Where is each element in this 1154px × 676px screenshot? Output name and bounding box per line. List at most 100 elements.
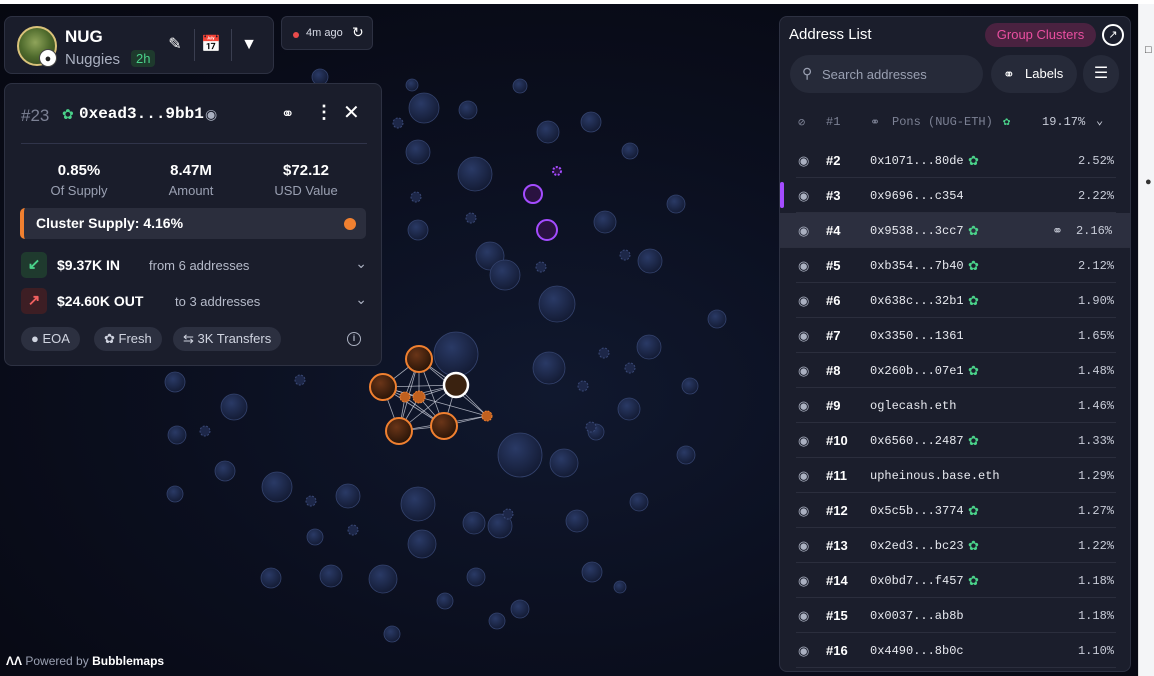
hide-icon[interactable]: ◉ — [205, 106, 217, 123]
address-row[interactable]: ◉ #16 0x4490...8b0c 1.10% — [796, 633, 1116, 668]
eye-icon[interactable]: ◉ — [798, 608, 809, 624]
holder-bubble[interactable] — [512, 78, 528, 94]
holder-bubble[interactable] — [335, 483, 361, 509]
highlighted-bubble[interactable] — [523, 184, 543, 204]
contract-bubble[interactable] — [577, 380, 589, 392]
holder-bubble[interactable] — [613, 580, 627, 594]
address-row[interactable]: ◉ #14 0x0bd7...f457 ✿ 1.18% — [796, 563, 1116, 598]
address-row[interactable]: ◉ #7 0x3350...1361 1.65% — [796, 318, 1116, 353]
address-row[interactable]: ◉ #11 upheinous.base.eth 1.29% — [796, 458, 1116, 493]
cluster-contract-bubble[interactable] — [412, 390, 426, 404]
eye-icon[interactable]: ◉ — [798, 468, 809, 484]
holder-bubble[interactable] — [488, 612, 506, 630]
contract-bubble[interactable] — [535, 261, 547, 273]
search-input[interactable] — [822, 64, 972, 84]
address-row[interactable]: ◉ #13 0x2ed3...bc23 ✿ 1.22% — [796, 528, 1116, 563]
holder-bubble[interactable] — [407, 219, 429, 241]
holder-bubble[interactable] — [306, 528, 324, 546]
holder-bubble[interactable] — [538, 285, 576, 323]
address-row[interactable]: ◉ #2 0x1071...80de ✿ 2.52% — [796, 143, 1116, 178]
eye-icon[interactable]: ◉ — [798, 188, 809, 204]
holder-bubble[interactable] — [536, 120, 560, 144]
more-options-icon[interactable]: ⋮ — [315, 102, 333, 123]
cluster-bubble[interactable] — [385, 417, 413, 445]
holder-bubble[interactable] — [405, 139, 431, 165]
eye-icon[interactable]: ◉ — [798, 153, 809, 169]
eye-icon[interactable]: ◉ — [798, 538, 809, 554]
eye-icon[interactable]: ◉ — [798, 223, 809, 239]
selected-wallet-bubble[interactable] — [442, 371, 470, 399]
holder-bubble[interactable] — [458, 100, 478, 120]
footer-branding[interactable]: ΛΛ Powered by Bubblemaps — [6, 654, 164, 668]
holder-bubble[interactable] — [220, 393, 248, 421]
address-row[interactable]: ◉ #15 0x0037...ab8b 1.18% — [796, 598, 1116, 633]
holder-bubble[interactable] — [532, 351, 566, 385]
holder-bubble[interactable] — [383, 625, 401, 643]
address-row[interactable]: ◉ #4 0x9538...3cc7 ✿ ⚭ 2.16% — [780, 213, 1130, 248]
pool-row[interactable]: ⊘ #1 ⚭ Pons (NUG-ETH) ✿ 19.17% ⌄ — [796, 107, 1116, 139]
inflow-row[interactable]: ↙ $9.37K IN from 6 addresses ⌄ — [21, 252, 367, 280]
address-row[interactable]: ◉ #10 0x6560...2487 ✿ 1.33% — [796, 423, 1116, 458]
highlighted-bubble[interactable] — [552, 166, 562, 176]
filter-icon[interactable]: ▼ — [237, 33, 261, 57]
eye-icon[interactable]: ◉ — [798, 363, 809, 379]
holder-bubble[interactable] — [510, 599, 530, 619]
contract-bubble[interactable] — [410, 191, 422, 203]
cluster-contract-bubble[interactable] — [399, 391, 411, 403]
eye-icon[interactable]: ◉ — [798, 573, 809, 589]
holder-bubble[interactable] — [167, 425, 187, 445]
refresh-button[interactable]: 4m ago ↻ — [281, 16, 373, 50]
wallet-address[interactable]: 0xead3...9bb1 — [79, 105, 204, 123]
holder-bubble[interactable] — [405, 78, 419, 92]
holder-bubble[interactable] — [681, 377, 699, 395]
holder-bubble[interactable] — [214, 460, 236, 482]
info-icon[interactable]: i — [347, 332, 361, 346]
edit-icon[interactable]: ✎ — [163, 33, 187, 57]
holder-bubble[interactable] — [549, 448, 579, 478]
holder-bubble[interactable] — [433, 331, 479, 377]
contract-bubble[interactable] — [465, 212, 477, 224]
holder-bubble[interactable] — [580, 111, 602, 133]
eye-icon[interactable]: ◉ — [798, 258, 809, 274]
holder-bubble[interactable] — [407, 529, 437, 559]
settings-sliders-icon[interactable]: ☰ — [1083, 55, 1119, 93]
holder-bubble[interactable] — [593, 210, 617, 234]
holder-bubble[interactable] — [637, 248, 663, 274]
tag-icon[interactable]: ⚭ — [1052, 223, 1063, 239]
holder-bubble[interactable] — [166, 485, 184, 503]
holder-bubble[interactable] — [676, 445, 696, 465]
address-row[interactable]: ◉ #3 0x9696...c354 2.22% — [796, 178, 1116, 213]
contract-bubble[interactable] — [502, 508, 514, 520]
holder-bubble[interactable] — [617, 397, 641, 421]
holder-bubble[interactable] — [581, 561, 603, 583]
cluster-bubble[interactable] — [405, 345, 433, 373]
labels-button[interactable]: ⚭ Labels — [991, 55, 1077, 93]
chevron-down-icon[interactable]: ⌄ — [355, 291, 367, 308]
address-row[interactable]: ◉ #8 0x260b...07e1 ✿ 1.48% — [796, 353, 1116, 388]
close-icon[interactable]: ✕ — [343, 100, 360, 125]
eye-icon[interactable]: ◉ — [798, 398, 809, 414]
hidden-eye-icon[interactable]: ⊘ — [798, 115, 805, 130]
holder-bubble[interactable] — [462, 511, 486, 535]
holder-bubble[interactable] — [629, 492, 649, 512]
tag-icon[interactable]: ⚭ — [281, 104, 294, 124]
address-row[interactable]: ◉ #6 0x638c...32b1 ✿ 1.90% — [796, 283, 1116, 318]
holder-bubble[interactable] — [707, 309, 727, 329]
holder-bubble[interactable] — [636, 334, 662, 360]
holder-bubble[interactable] — [260, 567, 282, 589]
cluster-supply-bar[interactable]: Cluster Supply: 4.16% — [20, 208, 366, 239]
group-clusters-button[interactable]: Group Clusters — [985, 23, 1096, 47]
contract-bubble[interactable] — [624, 362, 636, 374]
contract-bubble[interactable] — [585, 421, 597, 433]
highlighted-bubble[interactable] — [536, 219, 558, 241]
holder-bubble[interactable] — [497, 432, 543, 478]
holder-bubble[interactable] — [368, 564, 398, 594]
cluster-bubble[interactable] — [430, 412, 458, 440]
eye-icon[interactable]: ◉ — [798, 433, 809, 449]
cluster-bubble[interactable] — [369, 373, 397, 401]
address-row[interactable]: ◉ #12 0x5c5b...3774 ✿ 1.27% — [796, 493, 1116, 528]
chevron-down-icon[interactable]: ⌄ — [355, 255, 367, 272]
eye-icon[interactable]: ◉ — [798, 503, 809, 519]
holder-bubble[interactable] — [400, 486, 436, 522]
outflow-row[interactable]: ↗ $24.60K OUT to 3 addresses ⌄ — [21, 288, 367, 316]
